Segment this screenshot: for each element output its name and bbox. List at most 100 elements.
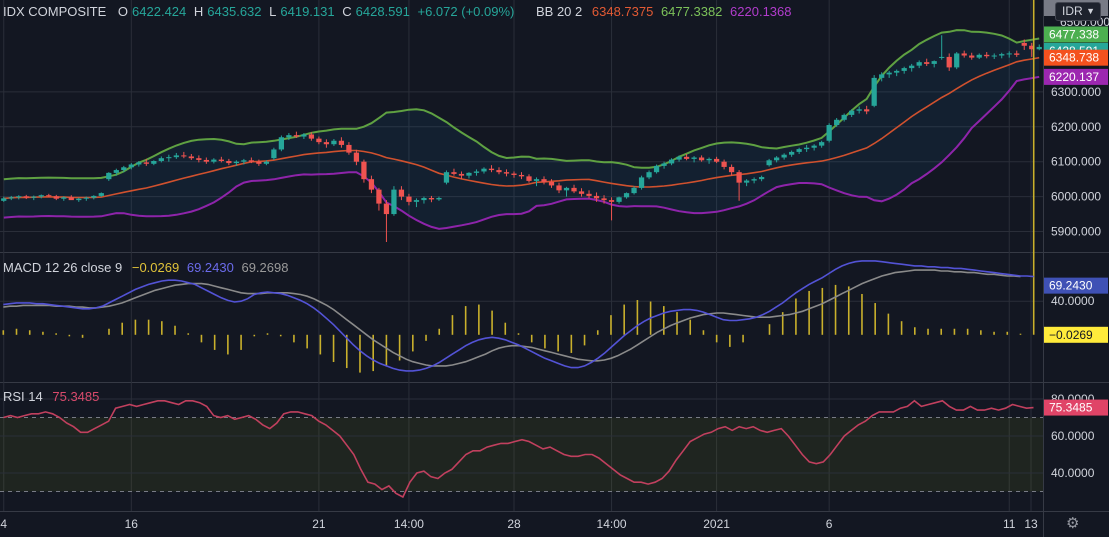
candle-body xyxy=(864,109,870,112)
candle-body xyxy=(323,142,330,145)
candle-body xyxy=(31,196,37,198)
candle-body xyxy=(961,53,967,56)
chevron-down-icon: ▼ xyxy=(1086,6,1095,16)
candle-body xyxy=(683,156,690,159)
candle-body xyxy=(166,157,172,159)
close-value: 6428.591 xyxy=(355,4,410,19)
gear-icon[interactable]: ⚙ xyxy=(1066,514,1079,532)
candle-body xyxy=(924,62,930,64)
candle-body xyxy=(8,197,14,199)
macd-hist-tag: −0.0269 xyxy=(1049,328,1093,342)
candle-body xyxy=(473,171,480,173)
candle-body xyxy=(736,172,742,183)
candle-body xyxy=(308,134,315,139)
currency-label: IDR xyxy=(1062,4,1083,18)
candle-body xyxy=(931,61,937,64)
candle-body xyxy=(616,197,622,202)
candle-body xyxy=(556,185,562,191)
bb-upper-value: 6477.3382 xyxy=(660,4,723,19)
candle-body xyxy=(916,62,922,66)
candle-body xyxy=(834,119,840,126)
candle-body xyxy=(136,162,142,165)
candle-body xyxy=(1036,46,1042,50)
candle-body xyxy=(758,177,765,180)
candle-body xyxy=(443,172,450,183)
candle-body xyxy=(151,160,157,164)
price-axis-tick: 6200.000 xyxy=(1051,120,1101,134)
price-axis-tick: 6000.000 xyxy=(1051,190,1101,204)
candle-body xyxy=(353,152,360,162)
candle-body xyxy=(488,168,495,171)
candle-body xyxy=(811,145,817,148)
candle-body xyxy=(631,187,637,194)
candle-body xyxy=(871,77,877,106)
rsi-label[interactable]: RSI 14 xyxy=(3,389,43,404)
candle-body xyxy=(856,109,862,111)
candle-body xyxy=(698,157,705,161)
candle-body xyxy=(511,173,517,175)
candle-body xyxy=(421,198,427,201)
symbol-name[interactable]: IDX COMPOSITE xyxy=(3,4,106,19)
candle-body xyxy=(226,160,232,164)
high-label: H xyxy=(193,4,204,19)
time-axis-label: 6 xyxy=(826,517,833,531)
candle-up xyxy=(871,75,877,108)
candle-body xyxy=(954,53,960,68)
candle-body xyxy=(293,135,300,137)
candle-up xyxy=(954,52,960,70)
candle-up xyxy=(391,186,397,216)
candle-body xyxy=(608,200,615,202)
candle-body xyxy=(181,155,187,157)
candle-body xyxy=(368,179,375,190)
candle-body xyxy=(428,198,435,200)
candle-body xyxy=(1,198,7,201)
candle-body xyxy=(991,55,997,57)
macd-line-tag: 69.2430 xyxy=(1049,279,1093,293)
time-axis-label: 4 xyxy=(0,517,7,531)
time-axis-label: 14:00 xyxy=(597,517,627,531)
candle-body xyxy=(999,54,1005,56)
candle-body xyxy=(668,159,675,164)
candle-body xyxy=(743,180,750,183)
macd-legend: MACD 12 26 close 9 −0.0269 69.2430 69.26… xyxy=(3,260,292,276)
candle-body xyxy=(601,198,607,201)
candle-body xyxy=(46,195,52,197)
bb-label[interactable]: BB 20 2 xyxy=(536,4,582,19)
macd-line-value: 69.2430 xyxy=(186,260,234,275)
rsi-legend: RSI 14 75.3485 xyxy=(3,389,103,405)
candle-body xyxy=(203,159,209,162)
candle-body xyxy=(1014,53,1020,55)
time-axis-label: 2021 xyxy=(703,517,730,531)
candle-body xyxy=(248,160,254,162)
currency-selector[interactable]: IDR ▼ xyxy=(1055,2,1101,21)
change-value: +6.072 (+0.09%) xyxy=(417,4,515,19)
candle-body xyxy=(316,138,322,143)
macd-label[interactable]: MACD 12 26 close 9 xyxy=(3,260,122,275)
candle-body xyxy=(23,196,29,198)
candle-body xyxy=(691,157,697,159)
candle-body xyxy=(398,189,405,197)
candle-body xyxy=(383,203,390,215)
candle-body xyxy=(218,159,224,161)
rsi-tag: 75.3485 xyxy=(1049,401,1093,415)
candle-body xyxy=(901,68,907,71)
candle-body xyxy=(646,172,652,178)
candle-body xyxy=(571,187,577,192)
time-axis-label: 14:00 xyxy=(394,517,424,531)
rsi-axis-tick: 60.0000 xyxy=(1051,429,1095,443)
candle-body xyxy=(413,200,420,202)
candle-body xyxy=(773,157,780,161)
candle-body xyxy=(286,135,292,138)
candle-body xyxy=(128,164,134,168)
candle-body xyxy=(789,151,795,155)
candle-body xyxy=(841,114,847,120)
candle-up xyxy=(271,147,277,160)
candle-body xyxy=(1006,53,1012,55)
candle-body xyxy=(563,187,570,191)
candle-body xyxy=(91,195,97,198)
candle-up xyxy=(443,170,450,185)
candle-body xyxy=(83,197,89,199)
candle-body xyxy=(728,166,735,173)
candle-up xyxy=(638,175,645,190)
rsi-band-fill xyxy=(0,417,1043,492)
